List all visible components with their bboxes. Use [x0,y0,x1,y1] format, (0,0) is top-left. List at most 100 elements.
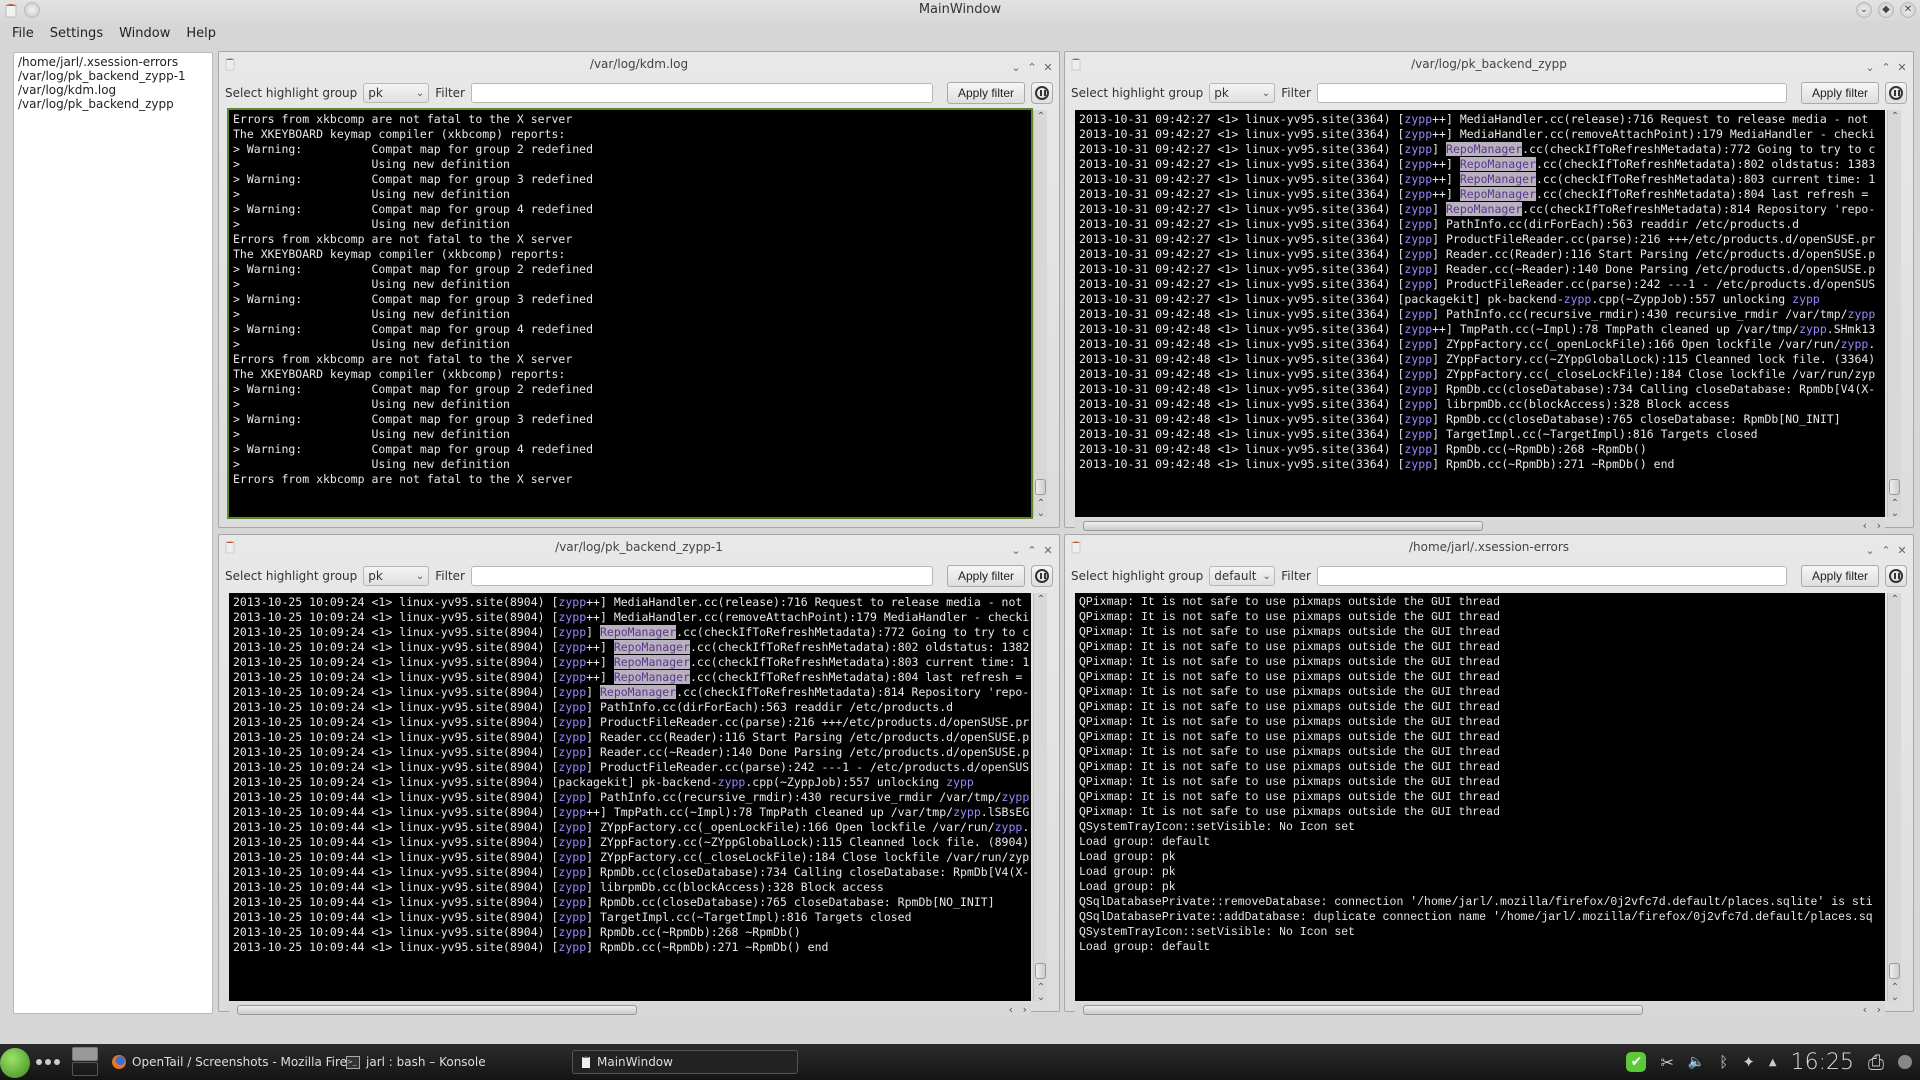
scrollbar-thumb[interactable] [1083,521,1483,531]
task-mainwindow[interactable]: MainWindow [572,1050,798,1074]
horizontal-scrollbar[interactable]: ‹ › [1075,1003,1885,1017]
menu-window[interactable]: Window [113,26,176,41]
clock[interactable]: 16:25 [1791,1050,1854,1075]
log-line: Load group: pk [1079,881,1176,894]
panel-close-button[interactable]: ✕ [1895,539,1909,563]
panel-close-button[interactable]: ✕ [1041,56,1055,80]
scrollbar-thumb[interactable] [1035,963,1046,979]
log-line: 2013-10-31 09:42:27 <1> linux-yv95.site(… [1079,187,1869,201]
pause-button[interactable] [1031,82,1053,104]
file-list-item[interactable]: /var/log/pk_backend_zypp [18,97,208,111]
scroll-up-icon[interactable]: ⌃ [1888,593,1902,607]
pause-button[interactable] [1031,565,1053,587]
file-list-item[interactable]: /var/log/pk_backend_zypp-1 [18,69,208,83]
highlight-group-label: Select highlight group [1071,86,1204,100]
filter-input[interactable] [1316,566,1787,586]
filter-input[interactable] [470,566,933,586]
task-konsole[interactable]: >_ jarl : bash – Konsole [346,1050,486,1074]
pause-button[interactable] [1885,565,1907,587]
pager-widget[interactable] [72,1047,98,1077]
printer-icon[interactable]: ⎙ [1868,1050,1884,1074]
scroll-up-icon[interactable]: ⌃ [1034,593,1048,607]
panel-minimize-button[interactable]: ⌄ [1009,539,1023,563]
highlight-group-select[interactable]: pk ⌄ [363,83,430,103]
vertical-scrollbar[interactable]: ⌃ ⌃ ⌄ [1033,110,1048,519]
log-line: 2013-10-31 09:42:27 <1> linux-yv95.site(… [1079,172,1876,186]
vertical-scrollbar[interactable]: ⌃ ⌃ ⌄ [1887,110,1902,519]
scroll-left-icon[interactable]: ‹ [1863,519,1867,532]
filter-input[interactable] [1316,83,1787,103]
klipper-icon[interactable]: ✂ [1660,1053,1673,1072]
scroll-down-icon[interactable]: ⌄ [1888,991,1902,1005]
scroll-down-icon[interactable]: ⌄ [1034,507,1048,521]
more-icon[interactable] [36,1059,60,1065]
pause-button[interactable] [1885,82,1907,104]
log-line: 2013-10-25 10:09:24 <1> linux-yv95.site(… [233,655,1030,669]
log-view[interactable]: 2013-10-31 09:42:27 <1> linux-yv95.site(… [1075,110,1885,517]
apply-filter-button[interactable]: Apply filter [946,565,1025,587]
panel-close-button[interactable]: ✕ [1041,539,1055,563]
activities-icon[interactable] [1898,1055,1912,1069]
file-list-item[interactable]: /var/log/kdm.log [18,83,208,97]
log-line: 2013-10-25 10:09:24 <1> linux-yv95.site(… [233,640,1030,654]
scroll-up-icon[interactable]: ⌃ [1888,110,1902,124]
highlight-group-select[interactable]: pk ⌄ [363,566,430,586]
log-line: The XKEYBOARD keymap compiler (xkbcomp) … [233,247,566,261]
close-button[interactable]: ✕ [1900,2,1916,18]
horizontal-scrollbar[interactable]: ‹ › [229,1003,1031,1017]
horizontal-scrollbar[interactable]: ‹ › [1075,519,1885,533]
apply-filter-button[interactable]: Apply filter [1800,82,1879,104]
scrollbar-thumb[interactable] [1083,1005,1643,1015]
file-list-item[interactable]: /home/jarl/.xsession-errors [18,55,208,69]
panel-maximize-button[interactable]: ⌃ [1879,539,1893,563]
scroll-right-icon[interactable]: › [1023,1003,1027,1016]
log-line: > Using new definition [233,307,510,321]
scroll-down-icon[interactable]: ⌄ [1888,507,1902,521]
scroll-up-icon[interactable]: ⌃ [1034,110,1048,124]
apply-filter-button[interactable]: Apply filter [1800,565,1879,587]
update-ok-icon[interactable]: ✔ [1626,1052,1647,1072]
scrollbar-thumb[interactable] [1889,479,1900,495]
scroll-left-icon[interactable]: ‹ [1009,1003,1013,1016]
scrollbar-thumb[interactable] [1889,963,1900,979]
menu-file[interactable]: File [6,26,40,41]
highlight-group-label: Select highlight group [225,86,358,100]
scrollbar-thumb[interactable] [237,1005,637,1015]
apply-filter-button[interactable]: Apply filter [946,82,1025,104]
log-line: 2013-10-31 09:42:48 <1> linux-yv95.site(… [1079,352,1876,366]
menu-settings[interactable]: Settings [44,26,109,41]
panel-minimize-button[interactable]: ⌄ [1863,539,1877,563]
log-view[interactable]: Errors from xkbcomp are not fatal to the… [227,108,1033,519]
vertical-scrollbar[interactable]: ⌃ ⌃ ⌄ [1887,593,1902,1003]
panel-minimize-button[interactable]: ⌄ [1863,56,1877,80]
minimize-button[interactable]: ⌄ [1856,2,1872,18]
log-view[interactable]: 2013-10-25 10:09:24 <1> linux-yv95.site(… [229,593,1031,1001]
volume-icon[interactable]: 🔈 [1688,1054,1705,1070]
start-menu-button[interactable] [0,1048,30,1078]
scroll-right-icon[interactable]: › [1877,1003,1881,1016]
task-firefox[interactable]: OpenTail / Screenshots - Mozilla Fire [112,1050,347,1074]
maximize-button[interactable]: ◆ [1878,2,1894,18]
panel-maximize-button[interactable]: ⌃ [1025,539,1039,563]
vertical-scrollbar[interactable]: ⌃ ⌃ ⌄ [1033,593,1048,1003]
panel-close-button[interactable]: ✕ [1895,56,1909,80]
scroll-down-icon[interactable]: ⌄ [1034,991,1048,1005]
highlight-group-select[interactable]: default ⌄ [1209,566,1276,586]
pin-button[interactable] [24,2,40,18]
highlight-group-select[interactable]: pk ⌄ [1209,83,1276,103]
scrollbar-thumb[interactable] [1035,479,1046,495]
network-icon[interactable]: ✦ [1742,1053,1755,1071]
scroll-left-icon[interactable]: ‹ [1863,1003,1867,1016]
log-view[interactable]: QPixmap: It is not safe to use pixmaps o… [1075,593,1885,1001]
menu-help[interactable]: Help [180,26,222,41]
log-line: 2013-10-25 10:09:44 <1> linux-yv95.site(… [233,910,912,924]
panel-minimize-button[interactable]: ⌄ [1009,56,1023,80]
panel-maximize-button[interactable]: ⌃ [1025,56,1039,80]
panel-maximize-button[interactable]: ⌃ [1879,56,1893,80]
terminal-icon: >_ [346,1055,360,1069]
scroll-right-icon[interactable]: › [1877,519,1881,532]
tray-expand-icon[interactable]: ▲ [1769,1057,1777,1068]
log-line: Errors from xkbcomp are not fatal to the… [233,472,573,486]
bluetooth-icon[interactable]: ᛒ [1719,1053,1728,1071]
filter-input[interactable] [470,83,933,103]
